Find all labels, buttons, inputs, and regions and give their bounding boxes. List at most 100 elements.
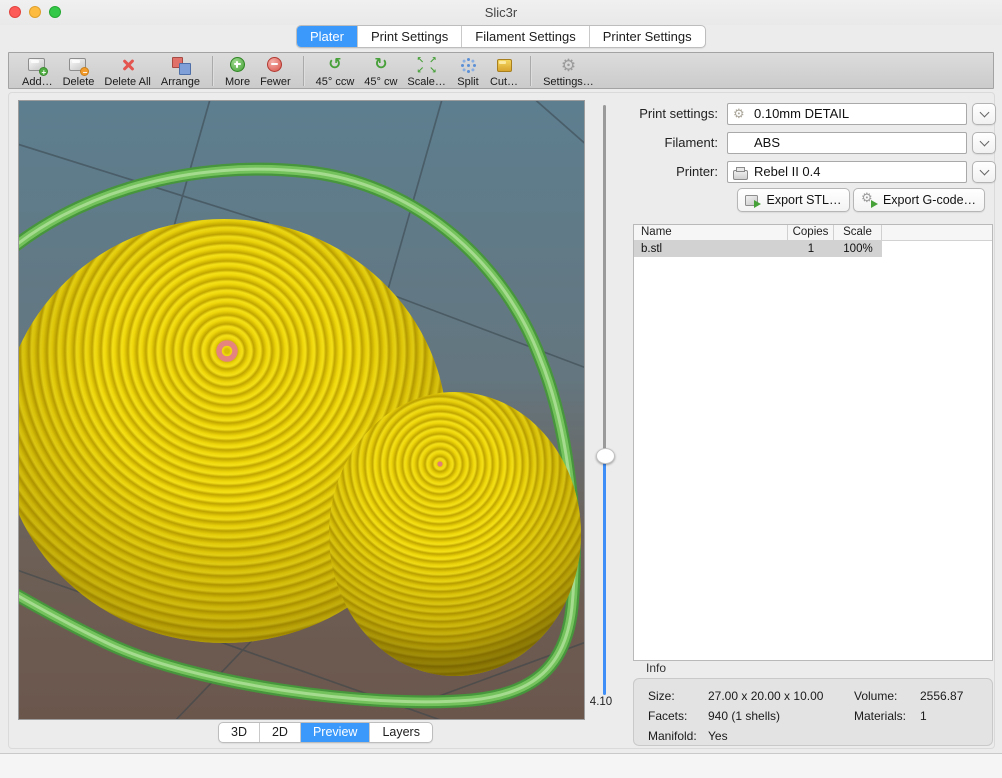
arrange-button[interactable]: Arrange: [161, 54, 200, 88]
printer-icon: [733, 170, 748, 180]
view-tab-preview[interactable]: Preview: [301, 723, 370, 742]
column-header-scale[interactable]: Scale: [834, 225, 882, 240]
filament-row: Filament: ABS: [627, 132, 997, 154]
export-stl-icon: [745, 193, 761, 208]
print-settings-label: Print settings:: [627, 103, 718, 125]
row-scale: 100%: [834, 241, 882, 257]
title-bar: Slic3r: [0, 0, 1002, 25]
slider-track-lower[interactable]: [603, 457, 606, 695]
toolbar-separator: [530, 56, 531, 86]
printer-label: Printer:: [627, 161, 718, 183]
slic3r-window: { "window": { "title": "Slic3r" }, "main…: [0, 0, 1002, 778]
rotate-cw-icon: ↻: [369, 55, 393, 76]
export-stl-button[interactable]: Export STL…: [737, 188, 850, 212]
column-header-copies[interactable]: Copies: [788, 225, 834, 240]
row-copies: 1: [788, 241, 834, 257]
layer-slider-value: 4.10: [584, 696, 618, 708]
slider-track-upper[interactable]: [603, 105, 606, 457]
split-icon: [456, 55, 480, 76]
main-tabs: Plater Print Settings Filament Settings …: [296, 25, 706, 48]
plate-3d-preview[interactable]: [18, 100, 585, 720]
printer-row: Printer: Rebel II 0.4: [627, 161, 997, 183]
preview-scene: [19, 101, 584, 719]
tab-filament-settings[interactable]: Filament Settings: [462, 26, 589, 47]
layer-slider[interactable]: [595, 100, 614, 700]
chevron-down-icon: [979, 108, 989, 118]
delete-all-icon: [116, 55, 140, 76]
toolbar-separator: [212, 56, 213, 86]
close-button[interactable]: [9, 6, 21, 18]
status-bar: [0, 754, 1002, 778]
add-object-icon: +: [25, 55, 49, 76]
info-panel: Size: 27.00 x 20.00 x 10.00 Volume: 2556…: [633, 678, 993, 746]
facets-value: 940 (1 shells): [708, 706, 854, 726]
seam-dot: [437, 461, 442, 466]
materials-label: Materials:: [854, 706, 920, 726]
export-gcode-button[interactable]: ⚙ Export G-code…: [853, 188, 985, 212]
toolbar: + Add… − Delete Delete All Arrange More …: [8, 52, 994, 89]
size-value: 27.00 x 20.00 x 10.00: [708, 686, 854, 706]
printer-select[interactable]: Rebel II 0.4: [727, 161, 967, 183]
slider-thumb[interactable]: [596, 448, 615, 464]
column-header-empty: [882, 225, 992, 240]
more-copies-button[interactable]: More: [225, 54, 250, 88]
manifold-value: Yes: [708, 726, 854, 746]
export-gcode-icon: ⚙: [862, 193, 878, 208]
info-line-1: Size: 27.00 x 20.00 x 10.00 Volume: 2556…: [648, 686, 992, 706]
print-settings-row: Print settings: ⚙ 0.10mm DETAIL: [627, 103, 997, 125]
sliced-sphere-small: [329, 392, 581, 676]
more-icon: [226, 55, 250, 76]
filament-dropdown-button[interactable]: [972, 132, 996, 154]
window-title: Slic3r: [0, 0, 1002, 25]
volume-label: Volume:: [854, 686, 920, 706]
info-line-3: Manifold: Yes: [648, 726, 992, 746]
scale-button[interactable]: ↖↗ ↙↘ Scale…: [407, 54, 446, 88]
settings-button[interactable]: ⚙ Settings…: [543, 54, 594, 88]
info-panel-title: Info: [646, 661, 666, 675]
info-line-2: Facets: 940 (1 shells) Materials: 1: [648, 706, 992, 726]
tab-plater[interactable]: Plater: [297, 26, 358, 47]
traffic-lights: [9, 6, 61, 18]
delete-all-button[interactable]: Delete All: [104, 54, 150, 88]
volume-value: 2556.87: [920, 686, 992, 706]
print-settings-value: 0.10mm DETAIL: [754, 106, 849, 121]
delete-object-icon: −: [66, 55, 90, 76]
table-header: Name Copies Scale: [634, 225, 992, 241]
fewer-icon: [263, 55, 287, 76]
object-list-table[interactable]: Name Copies Scale b.stl 1 100%: [633, 224, 993, 661]
cut-button[interactable]: Cut…: [490, 54, 518, 88]
rotate-cw-button[interactable]: ↻ 45° cw: [364, 54, 397, 88]
tab-printer-settings[interactable]: Printer Settings: [590, 26, 705, 47]
arrange-icon: [168, 55, 192, 76]
filament-select[interactable]: ABS: [727, 132, 967, 154]
column-header-name[interactable]: Name: [634, 225, 788, 240]
filament-value: ABS: [754, 135, 780, 150]
rotate-ccw-button[interactable]: ↺ 45° ccw: [316, 54, 355, 88]
split-button[interactable]: Split: [456, 54, 480, 88]
fewer-copies-button[interactable]: Fewer: [260, 54, 291, 88]
tab-print-settings[interactable]: Print Settings: [358, 26, 462, 47]
printer-dropdown-button[interactable]: [972, 161, 996, 183]
scale-icon: ↖↗ ↙↘: [415, 55, 439, 76]
print-settings-select[interactable]: ⚙ 0.10mm DETAIL: [727, 103, 967, 125]
settings-gear-icon: ⚙: [556, 55, 580, 76]
size-label: Size:: [648, 686, 708, 706]
minimize-button[interactable]: [29, 6, 41, 18]
view-tab-3d[interactable]: 3D: [219, 723, 260, 742]
view-tab-layers[interactable]: Layers: [370, 723, 432, 742]
print-settings-dropdown-button[interactable]: [972, 103, 996, 125]
manifold-label: Manifold:: [648, 726, 708, 746]
table-row[interactable]: b.stl 1 100%: [634, 241, 992, 257]
delete-button[interactable]: − Delete: [63, 54, 95, 88]
filament-label: Filament:: [627, 132, 718, 154]
zoom-button[interactable]: [49, 6, 61, 18]
add-button[interactable]: + Add…: [22, 54, 53, 88]
facets-label: Facets:: [648, 706, 708, 726]
row-name: b.stl: [634, 241, 788, 257]
chevron-down-icon: [979, 166, 989, 176]
chevron-down-icon: [979, 137, 989, 147]
view-mode-tabs: 3D 2D Preview Layers: [218, 722, 433, 743]
view-tab-2d[interactable]: 2D: [260, 723, 301, 742]
rotate-ccw-icon: ↺: [323, 55, 347, 76]
printer-value: Rebel II 0.4: [754, 164, 821, 179]
